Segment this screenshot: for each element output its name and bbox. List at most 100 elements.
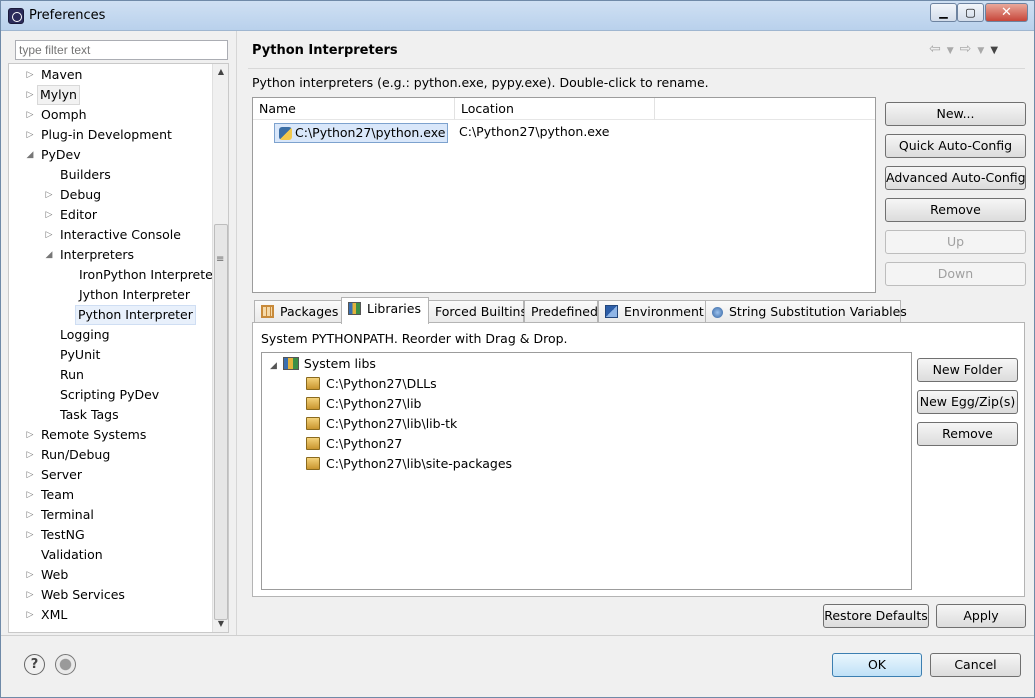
tree-item-label: Run: [60, 367, 84, 382]
tree-item-label: XML: [41, 607, 68, 622]
filter-input[interactable]: [15, 40, 228, 60]
scrollbar-thumb[interactable]: [214, 224, 228, 620]
tree-item-label: Interpreters: [60, 247, 135, 262]
expand-icon[interactable]: ▷: [44, 205, 54, 225]
pane-splitter[interactable]: [236, 31, 237, 635]
tab-string-substitution[interactable]: String Substitution Variables: [705, 300, 907, 323]
scroll-up-icon[interactable]: ▲: [213, 64, 229, 80]
expand-icon[interactable]: ▷: [25, 125, 35, 145]
library-path-item[interactable]: C:\Python27\lib\lib-tk: [306, 414, 457, 434]
folder-library-icon: [306, 417, 320, 430]
tree-item-label: TestNG: [41, 527, 85, 542]
forward-menu-icon[interactable]: ▼: [977, 46, 984, 56]
library-path-item[interactable]: C:\Python27\lib\site-packages: [306, 454, 512, 474]
maximize-button[interactable]: ▢: [957, 3, 984, 22]
expand-icon[interactable]: ▷: [25, 65, 35, 85]
library-path-item[interactable]: C:\Python27\lib: [306, 394, 421, 414]
view-menu-icon[interactable]: ▼: [990, 45, 998, 56]
tab-label: Libraries: [367, 301, 421, 316]
tree-item-label: IronPython Interpreter: [79, 267, 218, 282]
close-button[interactable]: ✕: [985, 3, 1028, 22]
system-libs-tree[interactable]: ◢ System libs C:\Python27\DLLs C:\Python2…: [261, 352, 912, 590]
tab-predefined[interactable]: Predefined: [524, 300, 598, 323]
library-path-label: C:\Python27\lib\site-packages: [326, 456, 513, 471]
quick-auto-config-button[interactable]: Quick Auto-Config: [885, 134, 1026, 158]
restore-defaults-button[interactable]: Restore Defaults: [823, 604, 929, 628]
tree-item-label: Validation: [41, 547, 103, 562]
expand-icon[interactable]: ▷: [25, 565, 35, 585]
expand-icon[interactable]: ▷: [25, 585, 35, 605]
interpreter-name-cell[interactable]: C:\Python27\python.exe: [274, 123, 449, 143]
scroll-down-icon[interactable]: ▼: [213, 616, 229, 632]
tree-item-label: Mylyn: [37, 85, 80, 105]
packages-icon: [261, 305, 274, 318]
tree-item-label: Logging: [60, 327, 110, 342]
help-icon[interactable]: ?: [24, 654, 45, 675]
tree-item-label: Run/Debug: [41, 447, 111, 462]
grip-icon: ≡: [216, 254, 225, 265]
tab-libraries[interactable]: Libraries: [341, 297, 429, 324]
tree-item-label: Maven: [41, 67, 83, 82]
cancel-button[interactable]: Cancel: [930, 653, 1021, 677]
tab-environment[interactable]: Environment: [598, 300, 706, 323]
tree-item-label: PyUnit: [60, 347, 101, 362]
column-header-name[interactable]: Name: [253, 98, 455, 120]
new-folder-button[interactable]: New Folder: [917, 358, 1018, 382]
up-button[interactable]: Up: [885, 230, 1026, 254]
apply-button[interactable]: Apply: [936, 604, 1026, 628]
tree-item-label: Oomph: [41, 107, 87, 122]
expand-icon[interactable]: ▷: [25, 485, 35, 505]
expand-icon[interactable]: ▷: [25, 445, 35, 465]
libraries-description: System PYTHONPATH. Reorder with Drag & D…: [261, 331, 568, 346]
library-path-item[interactable]: C:\Python27: [306, 434, 402, 454]
tab-forced-builtins[interactable]: Forced Builtins: [428, 300, 527, 323]
expand-icon[interactable]: ▷: [25, 465, 35, 485]
tab-label: Predefined: [531, 304, 598, 319]
library-path-label: C:\Python27\lib\lib-tk: [326, 416, 458, 431]
expand-icon[interactable]: ▷: [25, 525, 35, 545]
expand-icon[interactable]: ▷: [25, 85, 35, 105]
tree-item-label: Debug: [60, 187, 102, 202]
down-button[interactable]: Down: [885, 262, 1026, 286]
forward-icon[interactable]: ⇨: [960, 41, 972, 57]
collapse-icon[interactable]: ◢: [25, 145, 35, 165]
interpreters-table[interactable]: Name Location C:\Python27\python.exe C:\…: [252, 97, 876, 293]
expand-icon[interactable]: ▷: [44, 185, 54, 205]
expand-icon[interactable]: ▷: [25, 425, 35, 445]
expand-icon[interactable]: ▷: [25, 105, 35, 125]
new-egg-zip-button[interactable]: New Egg/Zip(s): [917, 390, 1018, 414]
system-libs-node[interactable]: ◢ System libs: [270, 354, 376, 374]
tab-label: Environment: [624, 304, 704, 319]
page-title: Python Interpreters: [252, 43, 398, 58]
advanced-auto-config-button[interactable]: Advanced Auto-Config: [885, 166, 1026, 190]
collapse-icon[interactable]: ◢: [44, 245, 54, 265]
tree-item-label: Editor: [60, 207, 97, 222]
column-header-location[interactable]: Location: [455, 98, 655, 120]
new-interpreter-button[interactable]: New...: [885, 102, 1026, 126]
tree-item-label: PyDev: [41, 147, 81, 162]
interpreter-location-cell[interactable]: C:\Python27\python.exe: [459, 123, 609, 143]
tree-item-label: Terminal: [41, 507, 94, 522]
expand-icon[interactable]: ▷: [44, 225, 54, 245]
tree-item-label: Web Services: [41, 587, 125, 602]
system-libs-label: System libs: [303, 356, 376, 371]
remove-library-button[interactable]: Remove: [917, 422, 1018, 446]
back-icon[interactable]: ⇦: [929, 41, 941, 57]
tab-packages[interactable]: Packages: [254, 300, 342, 323]
record-icon[interactable]: [55, 654, 76, 675]
library-path-item[interactable]: C:\Python27\DLLs: [306, 374, 437, 394]
expand-icon[interactable]: ▷: [25, 505, 35, 525]
tree-scrollbar[interactable]: ▲ ≡ ▼: [212, 64, 228, 632]
ok-button[interactable]: OK: [832, 653, 922, 677]
collapse-icon[interactable]: ◢: [270, 361, 277, 371]
title-bar[interactable]: Preferences ▁ ▢ ✕: [1, 1, 1034, 31]
libraries-panel: System PYTHONPATH. Reorder with Drag & D…: [252, 322, 1025, 597]
remove-interpreter-button[interactable]: Remove: [885, 198, 1026, 222]
tab-label: Forced Builtins: [435, 304, 527, 319]
minimize-button[interactable]: ▁: [930, 3, 957, 22]
expand-icon[interactable]: ▷: [25, 605, 35, 625]
footer-separator: [1, 635, 1034, 636]
tree-item-label: Interactive Console: [60, 227, 181, 242]
libraries-icon: [282, 357, 299, 370]
back-menu-icon[interactable]: ▼: [947, 46, 954, 56]
